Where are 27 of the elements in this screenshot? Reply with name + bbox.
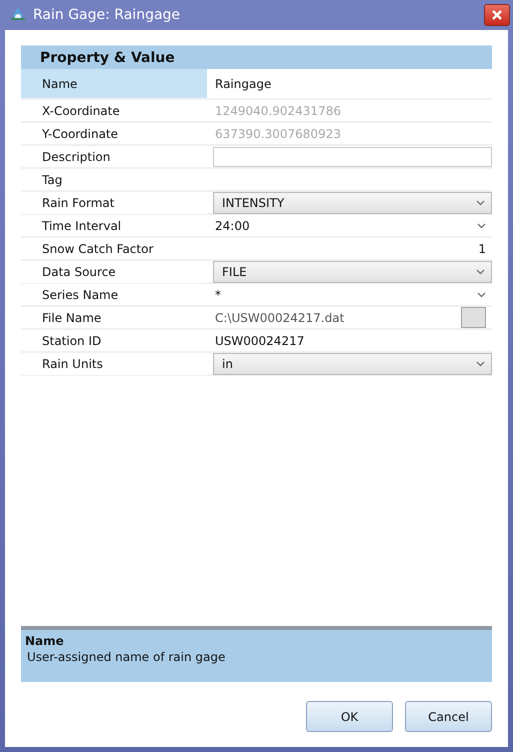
dialog-button[interactable]: Cancel <box>405 701 492 732</box>
chevron-down-icon <box>476 200 485 206</box>
chevron-down-icon <box>477 292 486 298</box>
property-value: 24:00 <box>215 218 250 232</box>
window-title: Rain Gage: Raingage <box>33 7 182 23</box>
close-button[interactable] <box>484 4 510 26</box>
property-value: USW00024217 <box>215 334 304 348</box>
property-value: * <box>215 288 221 302</box>
close-icon <box>492 10 502 20</box>
chevron-down-icon <box>476 269 485 275</box>
property-value: 1249040.902431786 <box>215 104 341 118</box>
dialog-button[interactable]: OK <box>306 701 393 732</box>
dropdown[interactable]: in <box>213 353 492 375</box>
dropdown[interactable]: INTENSITY <box>213 192 492 214</box>
dropdown[interactable]: FILE <box>213 261 492 283</box>
property-value: 637390.3007680923 <box>215 126 341 140</box>
property-value: Raingage <box>215 76 272 90</box>
chevron-down-icon <box>477 222 486 228</box>
browse-button[interactable] <box>461 307 486 328</box>
input-field[interactable] <box>213 146 492 166</box>
grid-header: Property & Value <box>21 45 492 69</box>
description-text: User-assigned name of rain gage <box>26 650 226 664</box>
chevron-down-icon <box>476 361 485 367</box>
description-title: Name <box>25 634 65 648</box>
property-label[interactable]: Name <box>21 69 207 98</box>
property-value: 1 <box>478 242 486 256</box>
property-value: C:\USW00024217.dat <box>215 310 344 324</box>
